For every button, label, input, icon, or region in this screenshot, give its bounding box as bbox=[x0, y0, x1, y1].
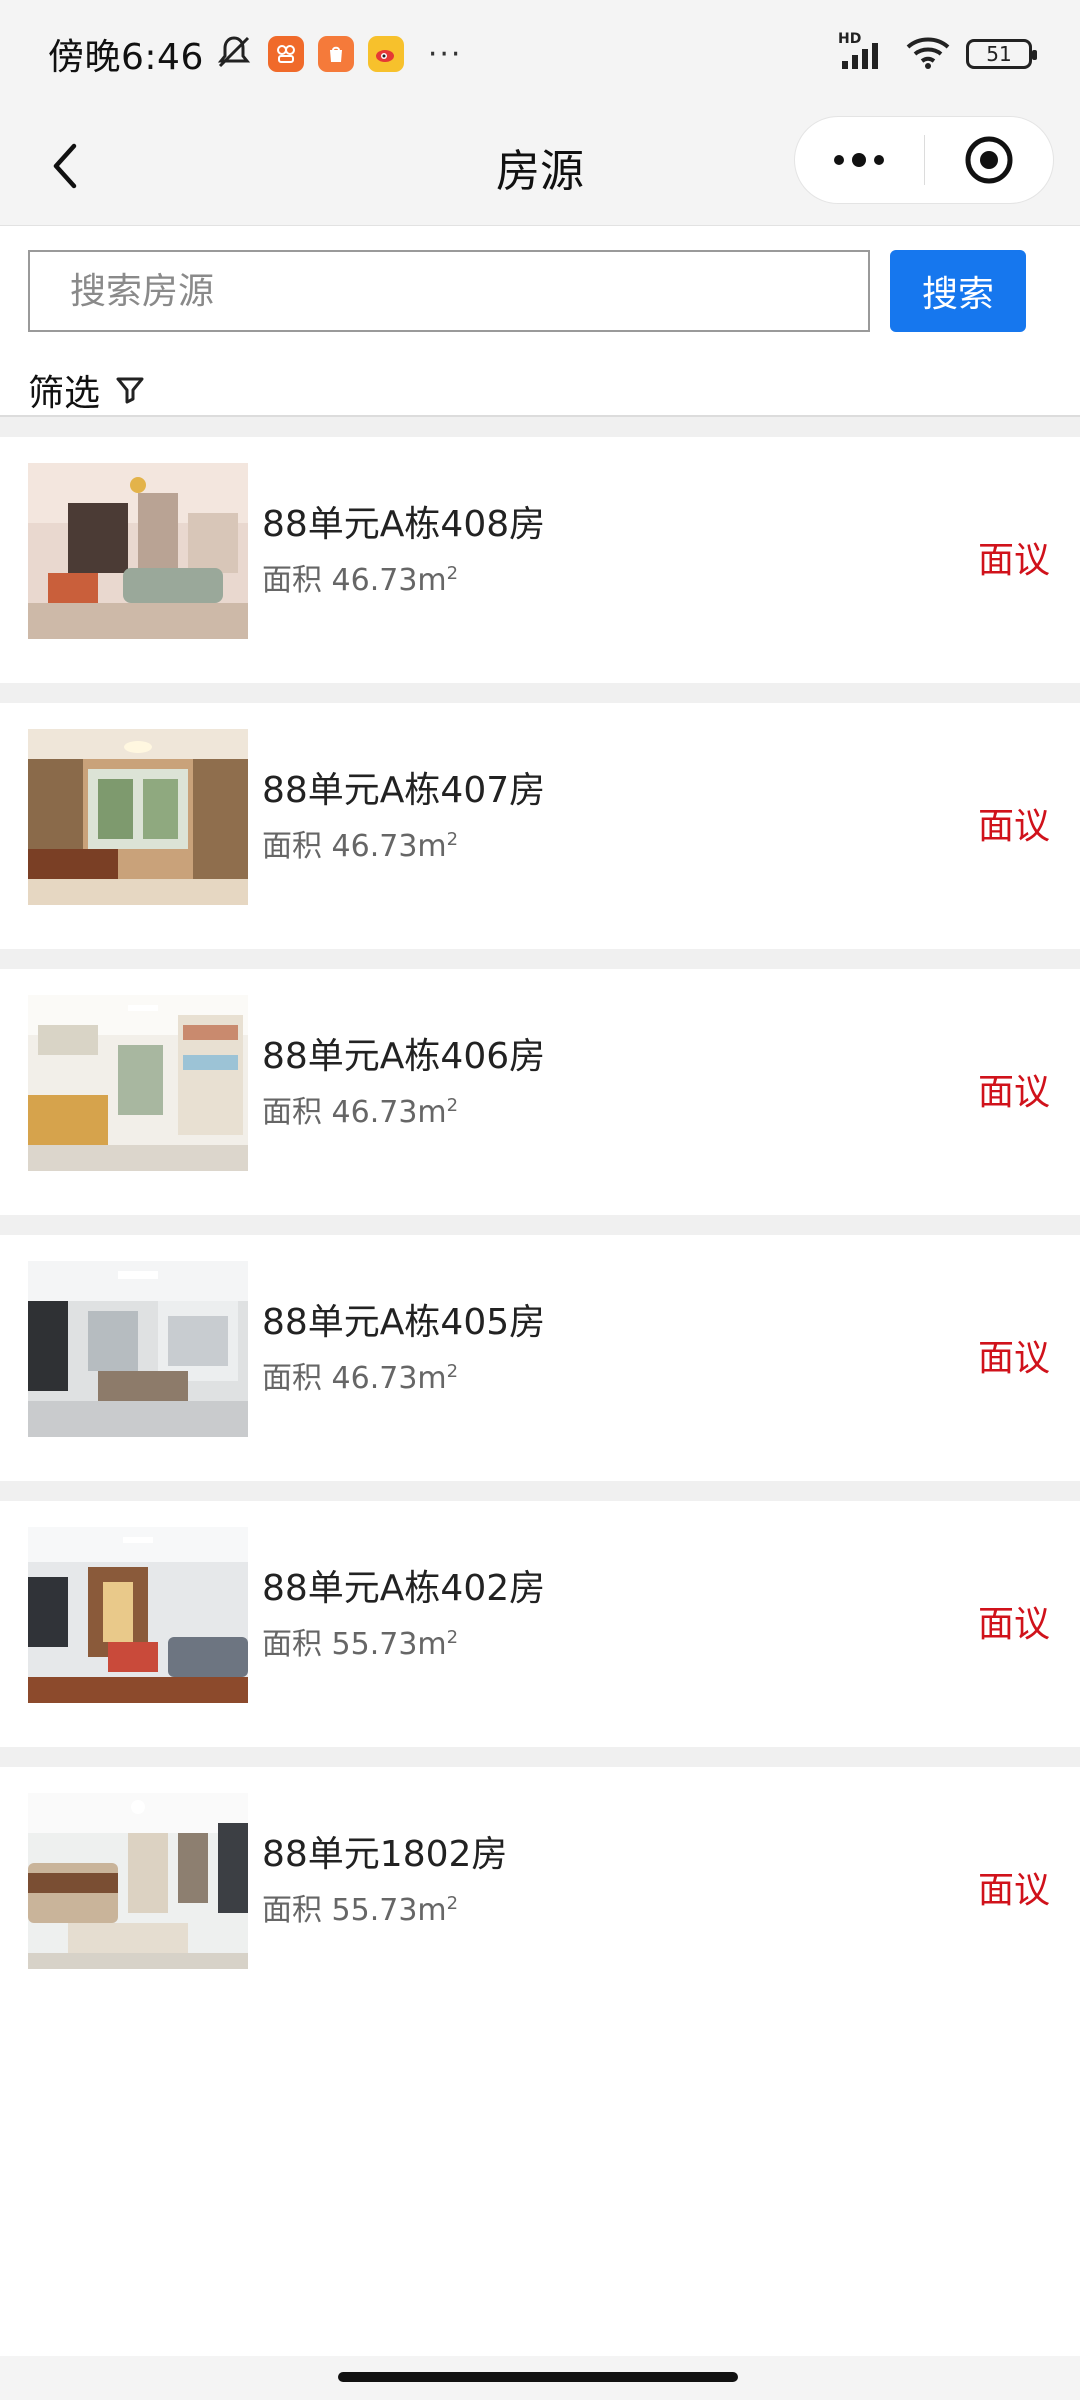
listing-title: 88单元A栋405房 bbox=[262, 1302, 546, 1343]
filter-icon bbox=[116, 377, 144, 404]
listing-title: 88单元A栋407房 bbox=[262, 770, 546, 811]
listing-title: 88单元A栋408房 bbox=[262, 504, 546, 545]
close-miniprogram-button[interactable] bbox=[925, 117, 1054, 203]
listing-area: 面积 55.73m2 bbox=[262, 1893, 459, 1928]
listing-area: 面积 46.73m2 bbox=[262, 1095, 459, 1130]
listing-price: 面议 bbox=[977, 1870, 1050, 1911]
listing-card[interactable]: 88单元A栋402房 面积 55.73m2 面议 bbox=[0, 1501, 1080, 1747]
listing-area: 面积 55.73m2 bbox=[262, 1627, 459, 1662]
notification-icons: ··· bbox=[267, 36, 463, 72]
listing-title: 88单元1802房 bbox=[262, 1834, 508, 1875]
wifi-icon bbox=[906, 35, 950, 73]
listing-card[interactable]: 88单元A栋407房 面积 46.73m2 面议 bbox=[0, 703, 1080, 949]
filter-label: 筛选 bbox=[28, 373, 101, 414]
listing-photo bbox=[28, 1261, 248, 1437]
search-input[interactable] bbox=[28, 250, 870, 332]
back-button[interactable] bbox=[30, 130, 102, 202]
listing-price: 面议 bbox=[977, 806, 1050, 847]
listing-card[interactable]: 88单元A栋408房 面积 46.73m2 面议 bbox=[0, 437, 1080, 683]
mute-icon bbox=[214, 32, 254, 76]
listing-card[interactable]: 88单元1802房 面积 55.73m2 面议 bbox=[0, 1767, 1080, 2013]
listing-photo bbox=[28, 729, 248, 905]
listing-price: 面议 bbox=[977, 540, 1050, 581]
listing-title: 88单元A栋402房 bbox=[262, 1568, 546, 1609]
list-empty-space bbox=[0, 1994, 1080, 2400]
page: 傍晚6:46 ··· HD 51 房源 搜索房源 搜索 筛选 88单元A栋408… bbox=[0, 0, 1080, 2400]
listing-photo bbox=[28, 1527, 248, 1703]
listing-area: 面积 46.73m2 bbox=[262, 563, 459, 598]
listing-area: 面积 46.73m2 bbox=[262, 829, 459, 864]
listing-card[interactable]: 88单元A栋405房 面积 46.73m2 面议 bbox=[0, 1235, 1080, 1481]
weibo-icon bbox=[367, 36, 404, 72]
listing-price: 面议 bbox=[977, 1604, 1050, 1645]
battery-level: 51 bbox=[986, 42, 1012, 66]
battery-icon: 51 bbox=[966, 39, 1037, 69]
status-right: HD 51 bbox=[838, 31, 1037, 73]
status-time: 傍晚6:46 bbox=[48, 37, 204, 78]
app-notification-icon bbox=[267, 36, 304, 72]
listing-list: 88单元A栋408房 面积 46.73m2 面议 88单元A栋407房 面积 4… bbox=[0, 417, 1080, 2033]
shopping-app-icon bbox=[317, 36, 354, 72]
target-icon bbox=[965, 136, 1013, 184]
more-dots-icon bbox=[834, 153, 885, 167]
more-notifications: ··· bbox=[427, 36, 463, 72]
network-type-label: HD bbox=[838, 31, 862, 47]
status-bar: 傍晚6:46 ··· HD 51 bbox=[0, 0, 1080, 108]
miniprogram-capsule bbox=[794, 116, 1054, 204]
search-area: 搜索 筛选 bbox=[0, 226, 1080, 414]
listing-photo bbox=[28, 1793, 248, 1969]
nav-bar: 房源 bbox=[0, 108, 1080, 226]
chevron-left-icon bbox=[53, 143, 77, 189]
signal-icon: HD bbox=[838, 31, 890, 71]
listing-photo bbox=[28, 463, 248, 639]
home-indicator[interactable] bbox=[338, 2372, 738, 2382]
listing-photo bbox=[28, 995, 248, 1171]
more-options-button[interactable] bbox=[795, 117, 924, 203]
listing-price: 面议 bbox=[977, 1072, 1050, 1113]
search-button[interactable]: 搜索 bbox=[890, 250, 1026, 332]
listing-price: 面议 bbox=[977, 1338, 1050, 1379]
listing-card[interactable]: 88单元A栋406房 面积 46.73m2 面议 bbox=[0, 969, 1080, 1215]
listing-title: 88单元A栋406房 bbox=[262, 1036, 546, 1077]
listing-area: 面积 46.73m2 bbox=[262, 1361, 459, 1396]
filter-button[interactable]: 筛选 bbox=[28, 364, 146, 416]
